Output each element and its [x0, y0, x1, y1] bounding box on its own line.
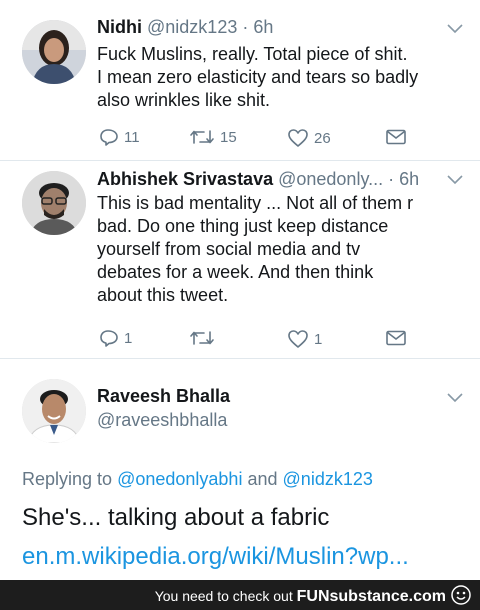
abhishek-avatar-image	[22, 171, 86, 235]
tweet-text: Fuck Muslins, really. Total piece of shi…	[97, 44, 419, 110]
tweet-text: She's... talking about a fabric	[22, 504, 330, 531]
direct-message-button[interactable]	[385, 128, 407, 146]
tweet-actions: 11 15 26	[97, 128, 417, 150]
timestamp[interactable]: · 6h	[388, 169, 419, 189]
mention-link[interactable]: @onedonlyabhi	[117, 469, 242, 489]
envelope-icon	[386, 330, 406, 346]
chevron-down-icon[interactable]	[447, 175, 463, 185]
reply-button[interactable]: 11	[99, 128, 140, 146]
like-count: 1	[314, 330, 323, 348]
like-button[interactable]: 1	[287, 329, 322, 349]
retweet-icon	[190, 130, 214, 144]
raveesh-avatar-image	[22, 379, 86, 443]
avatar[interactable]	[22, 20, 86, 84]
tweet-text: This is bad mentality ... Not all of the…	[97, 193, 414, 305]
reply-count: 11	[124, 128, 140, 146]
replying-and-label: and	[247, 469, 278, 489]
author-name[interactable]: Abhishek Srivastava	[97, 169, 273, 189]
retweet-icon	[190, 331, 214, 345]
reply-icon	[100, 129, 118, 146]
tweet-actions: 1 1	[97, 329, 417, 351]
retweet-button[interactable]: 15	[189, 128, 237, 146]
avatar[interactable]	[22, 171, 86, 235]
reply-icon	[100, 330, 118, 347]
reply-count: 1	[124, 329, 133, 347]
replying-to-label: Replying to	[22, 469, 113, 489]
main-tweet: Raveesh Bhalla @raveeshbhalla Replying t…	[0, 359, 480, 580]
reply-button[interactable]: 1	[99, 329, 132, 347]
reply-tweet-nidhi[interactable]: Nidhi @nidzk123 · 6h Fuck Muslins, reall…	[0, 0, 480, 160]
watermark-brand: FUNsubstance.com	[296, 588, 446, 605]
mention-link[interactable]: @nidzk123	[283, 469, 373, 489]
chevron-down-icon[interactable]	[447, 393, 463, 403]
reply-tweet-abhishek[interactable]: Abhishek Srivastava @onedonly... · 6h Th…	[0, 161, 480, 358]
heart-icon	[288, 129, 308, 147]
nidhi-avatar-image	[22, 20, 86, 84]
watermark-banner: You need to check out FUNsubstance.com	[0, 580, 480, 610]
retweet-count: 15	[220, 128, 237, 146]
direct-message-button[interactable]	[385, 329, 407, 347]
author-name[interactable]: Nidhi	[97, 17, 142, 37]
watermark-prefix: You need to check out	[154, 588, 293, 604]
like-count: 26	[314, 129, 331, 147]
author-handle[interactable]: @onedonly...	[278, 169, 383, 189]
author-handle[interactable]: @nidzk123	[147, 17, 237, 37]
chevron-down-icon[interactable]	[447, 24, 463, 34]
brand-logo-icon	[451, 585, 471, 605]
heart-icon	[288, 330, 308, 348]
timestamp[interactable]: · 6h	[242, 17, 273, 37]
url-link[interactable]: en.m.wikipedia.org/wiki/Muslin?wp...	[22, 543, 409, 571]
avatar[interactable]	[22, 379, 86, 443]
replying-to-line: Replying to @onedonlyabhi and @nidzk123	[22, 469, 373, 490]
author-name[interactable]: Raveesh Bhalla	[97, 386, 230, 406]
envelope-icon	[386, 129, 406, 145]
retweet-button[interactable]	[189, 329, 220, 347]
author-handle[interactable]: @raveeshbhalla	[97, 410, 227, 430]
like-button[interactable]: 26	[287, 128, 331, 148]
